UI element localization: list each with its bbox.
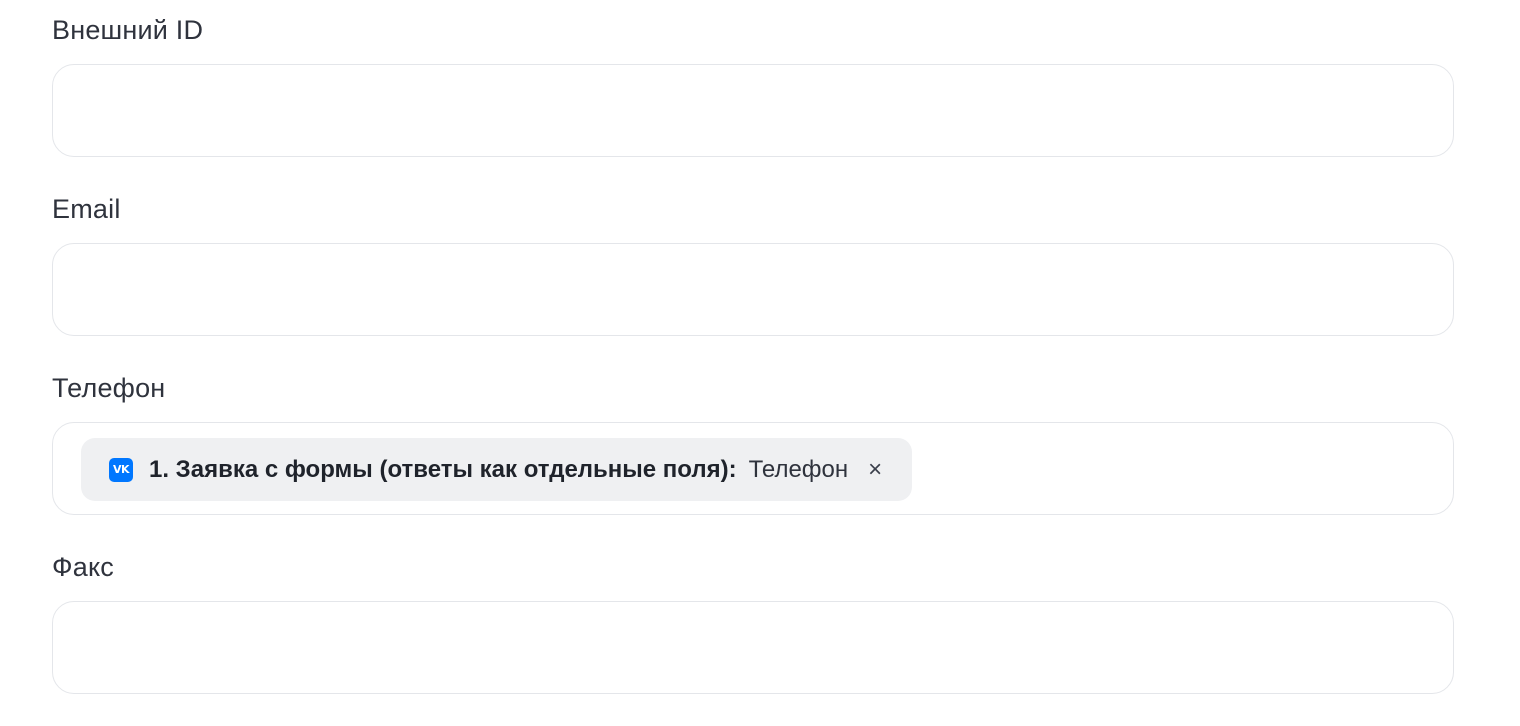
chip-source-label: 1. Заявка с формы (ответы как отдельные … xyxy=(149,455,737,483)
email-label: Email xyxy=(52,194,121,224)
email-input[interactable] xyxy=(52,243,1454,336)
fax-field: Факс xyxy=(52,551,1456,694)
fax-input[interactable] xyxy=(52,601,1454,694)
vk-icon: VK xyxy=(109,457,133,482)
chip-field-label: Телефон xyxy=(748,455,849,483)
mapped-value-chip[interactable]: VK 1. Заявка с формы (ответы как отдельн… xyxy=(81,438,913,501)
external-id-label: Внешний ID xyxy=(52,15,204,45)
fax-label: Факс xyxy=(52,552,114,582)
close-icon[interactable]: × xyxy=(868,457,882,482)
phone-input[interactable]: VK 1. Заявка с формы (ответы как отдельн… xyxy=(52,422,1454,515)
email-field: Email xyxy=(52,193,1456,336)
external-id-input[interactable] xyxy=(52,64,1454,157)
phone-field: Телефон VK 1. Заявка с формы (ответы как… xyxy=(52,372,1456,515)
external-id-field: Внешний ID xyxy=(52,14,1456,157)
phone-label: Телефон xyxy=(52,373,166,403)
